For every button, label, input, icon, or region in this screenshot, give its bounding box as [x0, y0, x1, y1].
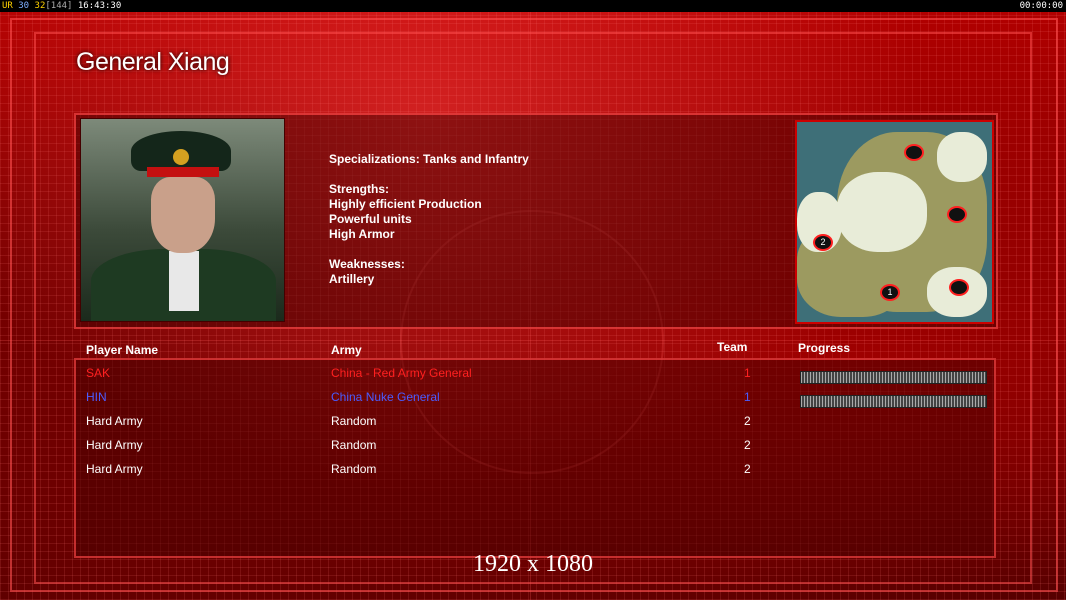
progress-bar: [800, 395, 987, 408]
fps-readout: UR 30 32[144] 16:43:30: [2, 0, 121, 12]
portrait-face: [151, 177, 215, 253]
frames-value: 32: [34, 1, 46, 11]
ur-label: UR: [2, 1, 13, 11]
player-army: China Nuke General: [331, 390, 440, 404]
portrait-cap-band: [147, 167, 219, 177]
player-name: Hard Army: [86, 438, 143, 452]
spawn-marker: [947, 206, 967, 223]
player-team: 2: [744, 462, 751, 476]
table-row: Hard Army Random 2: [0, 414, 1066, 438]
table-row: SAK China - Red Army General 1: [0, 366, 1066, 390]
portrait-badge-icon: [173, 149, 189, 165]
player-army: Random: [331, 462, 377, 476]
debug-topbar: UR 30 32[144] 16:43:30 00:00:00: [0, 0, 1066, 12]
strength-item: High Armor: [329, 227, 395, 241]
map-preview: 2 1: [795, 120, 994, 324]
player-team: 1: [744, 366, 751, 380]
specializations-text: Specializations: Tanks and Infantry: [329, 152, 529, 166]
player-team: 2: [744, 438, 751, 452]
general-title: General Xiang: [76, 48, 230, 76]
column-team: Team: [717, 340, 748, 354]
strength-item: Highly efficient Production: [329, 197, 482, 211]
column-player-name: Player Name: [86, 343, 159, 357]
player-army: China - Red Army General: [331, 366, 472, 380]
player-team: 2: [744, 414, 751, 428]
column-progress: Progress: [798, 341, 851, 355]
progress-bar: [800, 371, 987, 384]
frames-bracket: [144]: [45, 1, 73, 11]
table-row: Hard Army Random 2: [0, 438, 1066, 462]
spawn-marker: [949, 279, 969, 296]
weakness-item: Artillery: [329, 272, 375, 286]
resolution-label: 1920 x 1080: [473, 551, 593, 577]
player-name: HIN: [86, 390, 107, 404]
strength-item: Powerful units: [329, 212, 412, 226]
fps-value: 30: [18, 1, 30, 11]
spawn-marker: [904, 144, 924, 161]
player-team: 1: [744, 390, 751, 404]
strengths-label: Strengths:: [329, 182, 389, 196]
general-description: Specializations: Tanks and Infantry Stre…: [329, 152, 529, 287]
portrait-collar: [169, 251, 199, 311]
player-army: Random: [331, 438, 377, 452]
player-name: SAK: [86, 366, 111, 380]
general-portrait: [80, 118, 285, 322]
player-army: Random: [331, 414, 377, 428]
spawn-marker: 1: [880, 284, 900, 301]
clock: 16:43:30: [77, 1, 122, 11]
column-army: Army: [331, 343, 362, 357]
weaknesses-label: Weaknesses:: [329, 257, 405, 271]
table-row: Hard Army Random 2: [0, 462, 1066, 486]
game-timer: 00:00:00: [1019, 1, 1063, 11]
player-name: Hard Army: [86, 414, 143, 428]
table-row: HIN China Nuke General 1: [0, 390, 1066, 414]
spawn-marker: 2: [813, 234, 833, 251]
player-name: Hard Army: [86, 462, 143, 476]
